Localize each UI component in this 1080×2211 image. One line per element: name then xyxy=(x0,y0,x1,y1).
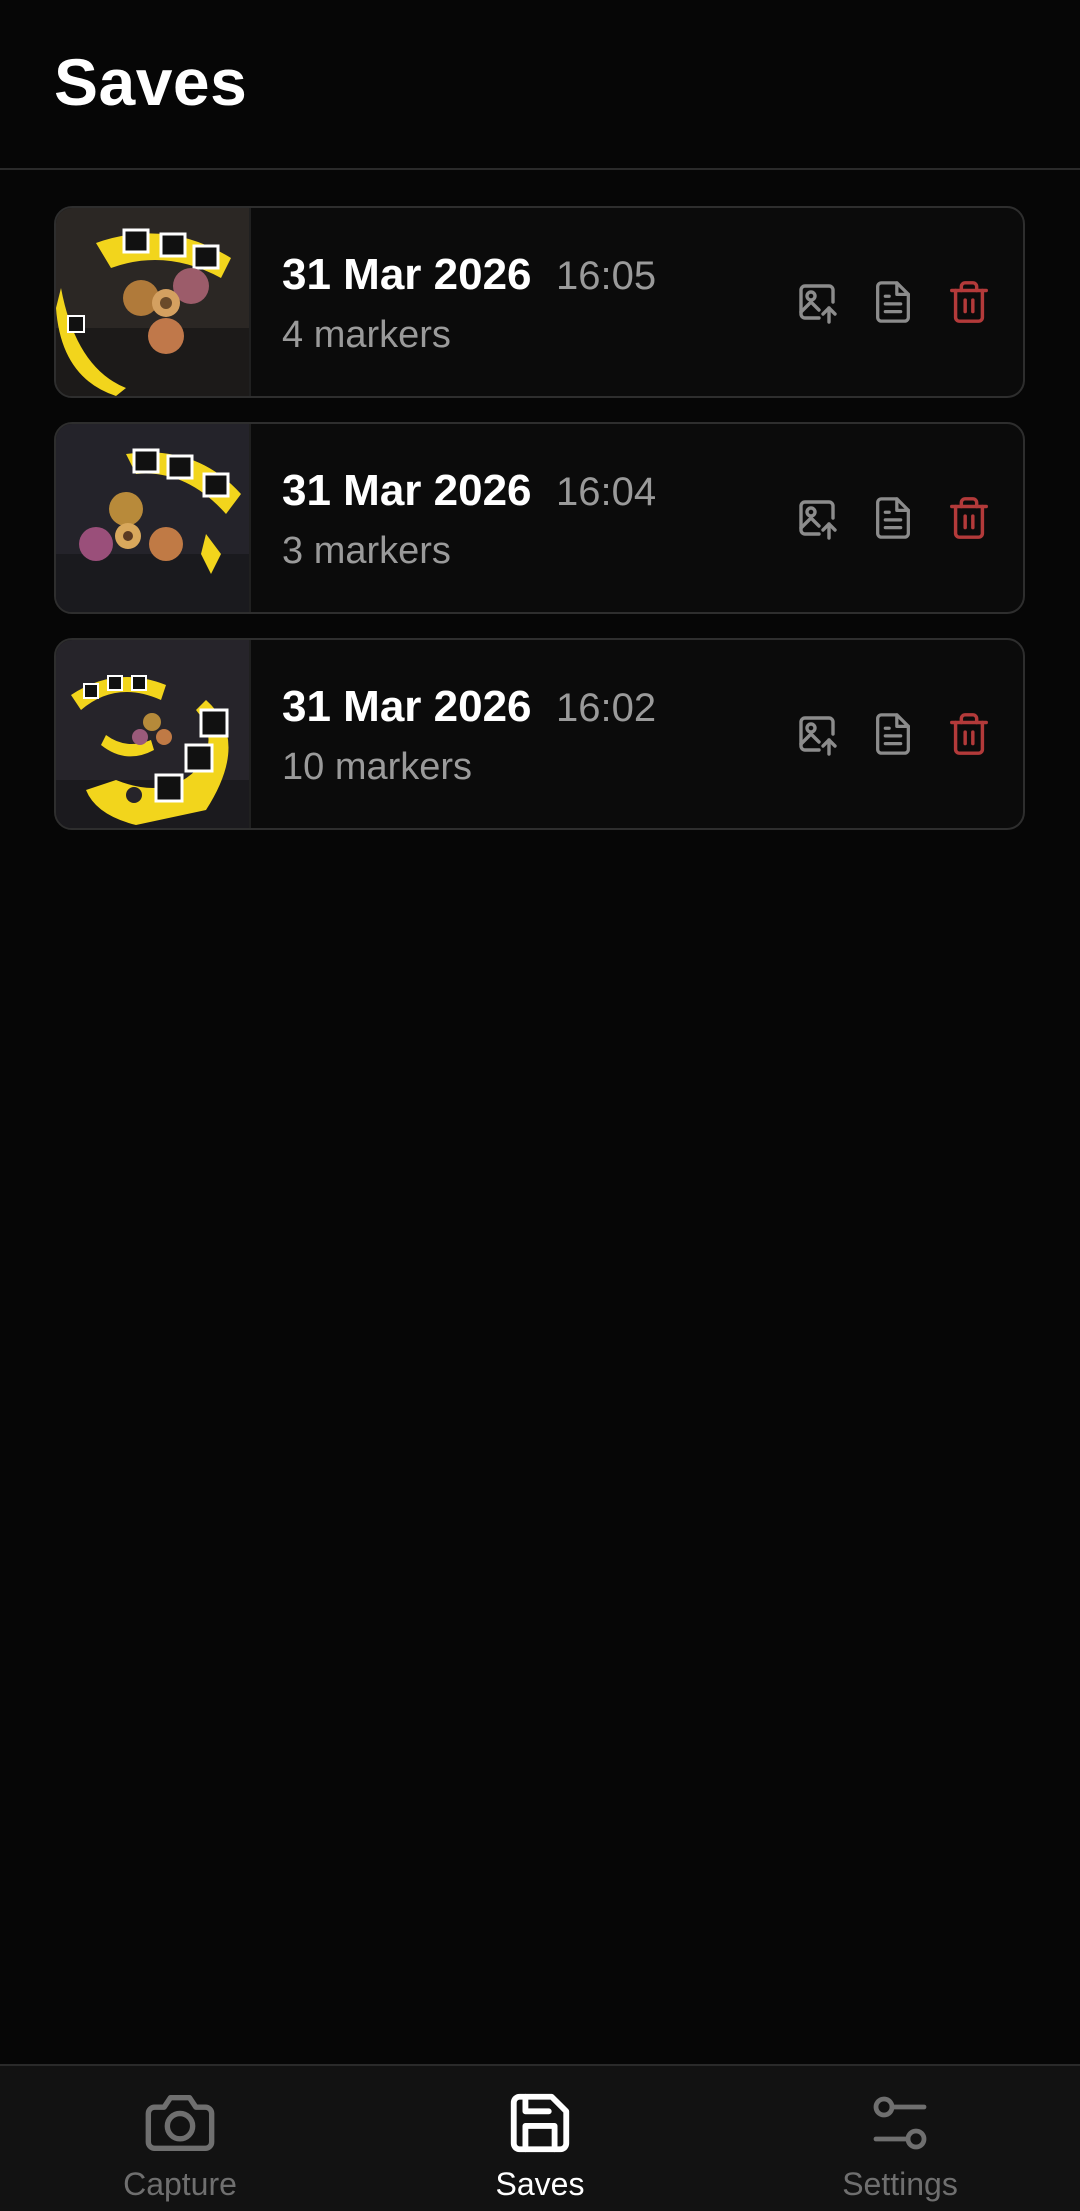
save-thumbnail[interactable] xyxy=(56,424,251,612)
delete-save-button[interactable] xyxy=(935,268,1003,336)
trash-icon xyxy=(950,713,988,755)
save-date: 31 Mar 2026 xyxy=(282,250,532,299)
saves-screen: Saves 31 Mar 2026 16:05 4 markers 31 Mar… xyxy=(0,0,1080,2211)
delete-save-button[interactable] xyxy=(935,700,1003,768)
save-card[interactable]: 31 Mar 2026 16:04 3 markers xyxy=(54,422,1025,614)
export-image-button[interactable] xyxy=(783,268,851,336)
save-marker-count: 10 markers xyxy=(282,746,473,788)
sliders-icon xyxy=(873,2096,927,2150)
document-icon xyxy=(876,497,910,539)
save-card[interactable]: 31 Mar 2026 16:02 10 markers xyxy=(54,638,1025,830)
trash-icon xyxy=(950,497,988,539)
export-image-button[interactable] xyxy=(783,700,851,768)
save-time: 16:04 xyxy=(555,470,657,514)
image-upload-icon xyxy=(799,284,837,324)
card-actions xyxy=(783,208,1003,396)
camera-icon xyxy=(145,2094,215,2152)
tab-settings[interactable]: Settings xyxy=(720,2066,1080,2211)
view-document-button[interactable] xyxy=(859,700,927,768)
tab-label: Saves xyxy=(495,2166,585,2202)
tab-capture[interactable]: Capture xyxy=(0,2066,360,2211)
save-thumbnail[interactable] xyxy=(56,640,251,828)
tab-saves[interactable]: Saves xyxy=(360,2066,720,2211)
tab-label: Settings xyxy=(842,2166,958,2202)
view-document-button[interactable] xyxy=(859,484,927,552)
floppy-disk-icon xyxy=(510,2093,570,2153)
delete-save-button[interactable] xyxy=(935,484,1003,552)
save-date-line: 31 Mar 2026 16:05 xyxy=(282,250,656,300)
view-document-button[interactable] xyxy=(859,268,927,336)
save-marker-count: 4 markers xyxy=(282,314,451,356)
card-actions xyxy=(783,424,1003,612)
save-list: 31 Mar 2026 16:05 4 markers 31 Mar 2026 … xyxy=(54,206,1025,854)
app-header: Saves xyxy=(0,0,1080,170)
image-upload-icon xyxy=(799,716,837,756)
save-card[interactable]: 31 Mar 2026 16:05 4 markers xyxy=(54,206,1025,398)
save-date: 31 Mar 2026 xyxy=(282,682,532,731)
save-time: 16:02 xyxy=(555,686,657,730)
tab-label: Capture xyxy=(123,2166,237,2202)
trash-icon xyxy=(950,281,988,323)
save-thumbnail[interactable] xyxy=(56,208,251,396)
save-date: 31 Mar 2026 xyxy=(282,466,532,515)
export-image-button[interactable] xyxy=(783,484,851,552)
page-title: Saves xyxy=(54,45,248,119)
save-date-line: 31 Mar 2026 16:04 xyxy=(282,466,656,516)
save-time: 16:05 xyxy=(555,254,657,298)
save-date-line: 31 Mar 2026 16:02 xyxy=(282,682,656,732)
bottom-nav: Capture Saves Settings xyxy=(0,2064,1080,2211)
save-marker-count: 3 markers xyxy=(282,530,451,572)
document-icon xyxy=(876,713,910,755)
card-actions xyxy=(783,640,1003,828)
image-upload-icon xyxy=(799,500,837,540)
document-icon xyxy=(876,281,910,323)
